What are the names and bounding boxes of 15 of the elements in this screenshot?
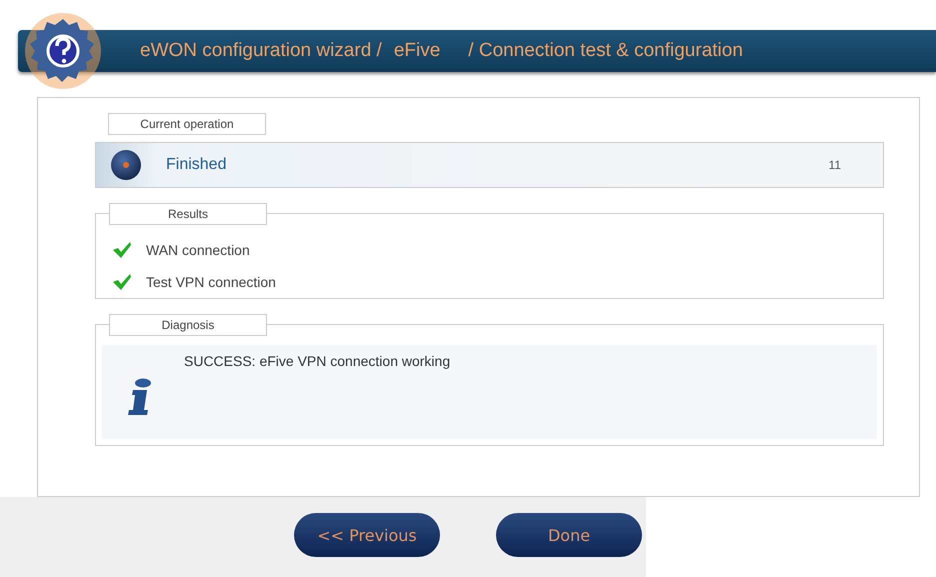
breadcrumb-text: eWON configuration wizard / xyxy=(140,40,382,62)
operation-count: 11 xyxy=(828,158,841,172)
section-legend: Current operation xyxy=(108,113,266,135)
result-label: WAN connection xyxy=(146,242,250,258)
breadcrumb-text: eFive xyxy=(394,40,440,62)
help-icon[interactable] xyxy=(23,11,103,91)
operation-status: Finished xyxy=(166,156,228,174)
wizard-button[interactable]: Done xyxy=(496,513,642,557)
diagnosis-message: SUCCESS: eFive VPN connection working xyxy=(184,353,450,369)
status-orb-icon xyxy=(110,149,142,181)
breadcrumb-text: / Connection test & configuration xyxy=(468,40,743,62)
wizard-button[interactable]: << Previous xyxy=(294,513,440,557)
result-label: Test VPN connection xyxy=(146,274,276,290)
section-legend: Diagnosis xyxy=(109,314,267,336)
section-legend: Results xyxy=(109,203,267,225)
